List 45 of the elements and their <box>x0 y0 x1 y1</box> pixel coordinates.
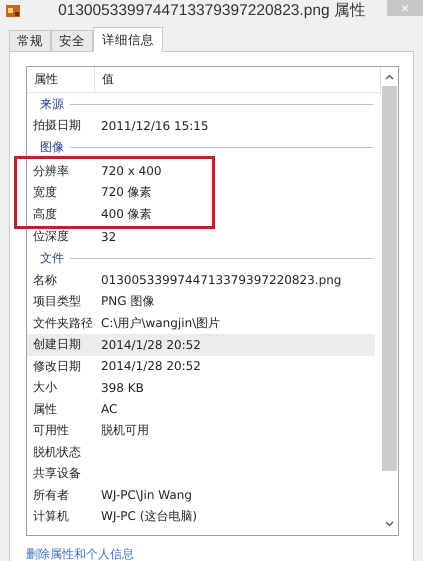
property-name: 位深度 <box>33 228 70 246</box>
property-value: 720 x 400 <box>101 164 162 178</box>
property-name: 可用性 <box>33 422 70 440</box>
property-name: 拍摄日期 <box>33 117 82 134</box>
property-name: 名称 <box>33 272 58 289</box>
column-header[interactable]: 属性 <box>27 67 95 92</box>
property-name: 项目类型 <box>33 293 82 310</box>
image-file-icon <box>5 4 21 18</box>
property-value: 32 <box>101 230 116 244</box>
property-value: 2014/1/28 20:52 <box>101 338 201 352</box>
remove-properties-link[interactable]: 删除属性和个人信息 <box>26 546 399 561</box>
property-name: 文件夹路径 <box>33 314 94 332</box>
property-value: 400 像素 <box>101 206 152 223</box>
property-name: 脱机状态 <box>33 444 82 461</box>
property-name: 创建日期 <box>33 336 82 354</box>
property-value: 0130053399744713379397220823.png <box>101 273 342 288</box>
tab[interactable]: 常规 <box>9 30 51 51</box>
property-value: 398 KB <box>101 380 144 395</box>
group-heading: 文件 <box>40 250 65 267</box>
property-value: 脱机可用 <box>101 422 149 440</box>
group-heading: 来源 <box>40 96 65 112</box>
property-name: 修改日期 <box>33 358 82 375</box>
property-value: 720 像素 <box>101 184 152 202</box>
scroll-down-icon[interactable] <box>385 521 394 527</box>
window-title: 0130053399744713379397220823.png 属性 <box>57 1 367 21</box>
property-value: 2011/12/16 15:15 <box>101 118 209 133</box>
property-name: 高度 <box>33 206 58 223</box>
property-name: 计算机 <box>33 508 70 526</box>
property-value: 2014/1/28 20:52 <box>101 359 201 374</box>
property-value: AC <box>101 402 118 416</box>
property-name: 共享设备 <box>33 465 82 482</box>
selected-row[interactable]: 创建日期 2014/1/28 20:52 <box>27 334 375 356</box>
tab[interactable]: 详细信息 <box>93 27 163 52</box>
property-value: PNG 图像 <box>101 293 154 310</box>
scroll-up-icon[interactable] <box>385 74 394 80</box>
property-name: 分辨率 <box>33 162 70 180</box>
property-name: 属性 <box>33 400 58 418</box>
tab[interactable]: 安全 <box>51 30 93 51</box>
property-name: 宽度 <box>33 184 58 202</box>
property-value: WJ-PC (这台电脑) <box>101 508 198 526</box>
property-value: WJ-PC\Jin Wang <box>101 488 192 502</box>
group-heading: 图像 <box>40 139 65 156</box>
property-name: 所有者 <box>33 486 70 504</box>
property-value: C:\用户\wangjin\图片 <box>101 314 220 332</box>
property-name: 大小 <box>33 379 58 396</box>
